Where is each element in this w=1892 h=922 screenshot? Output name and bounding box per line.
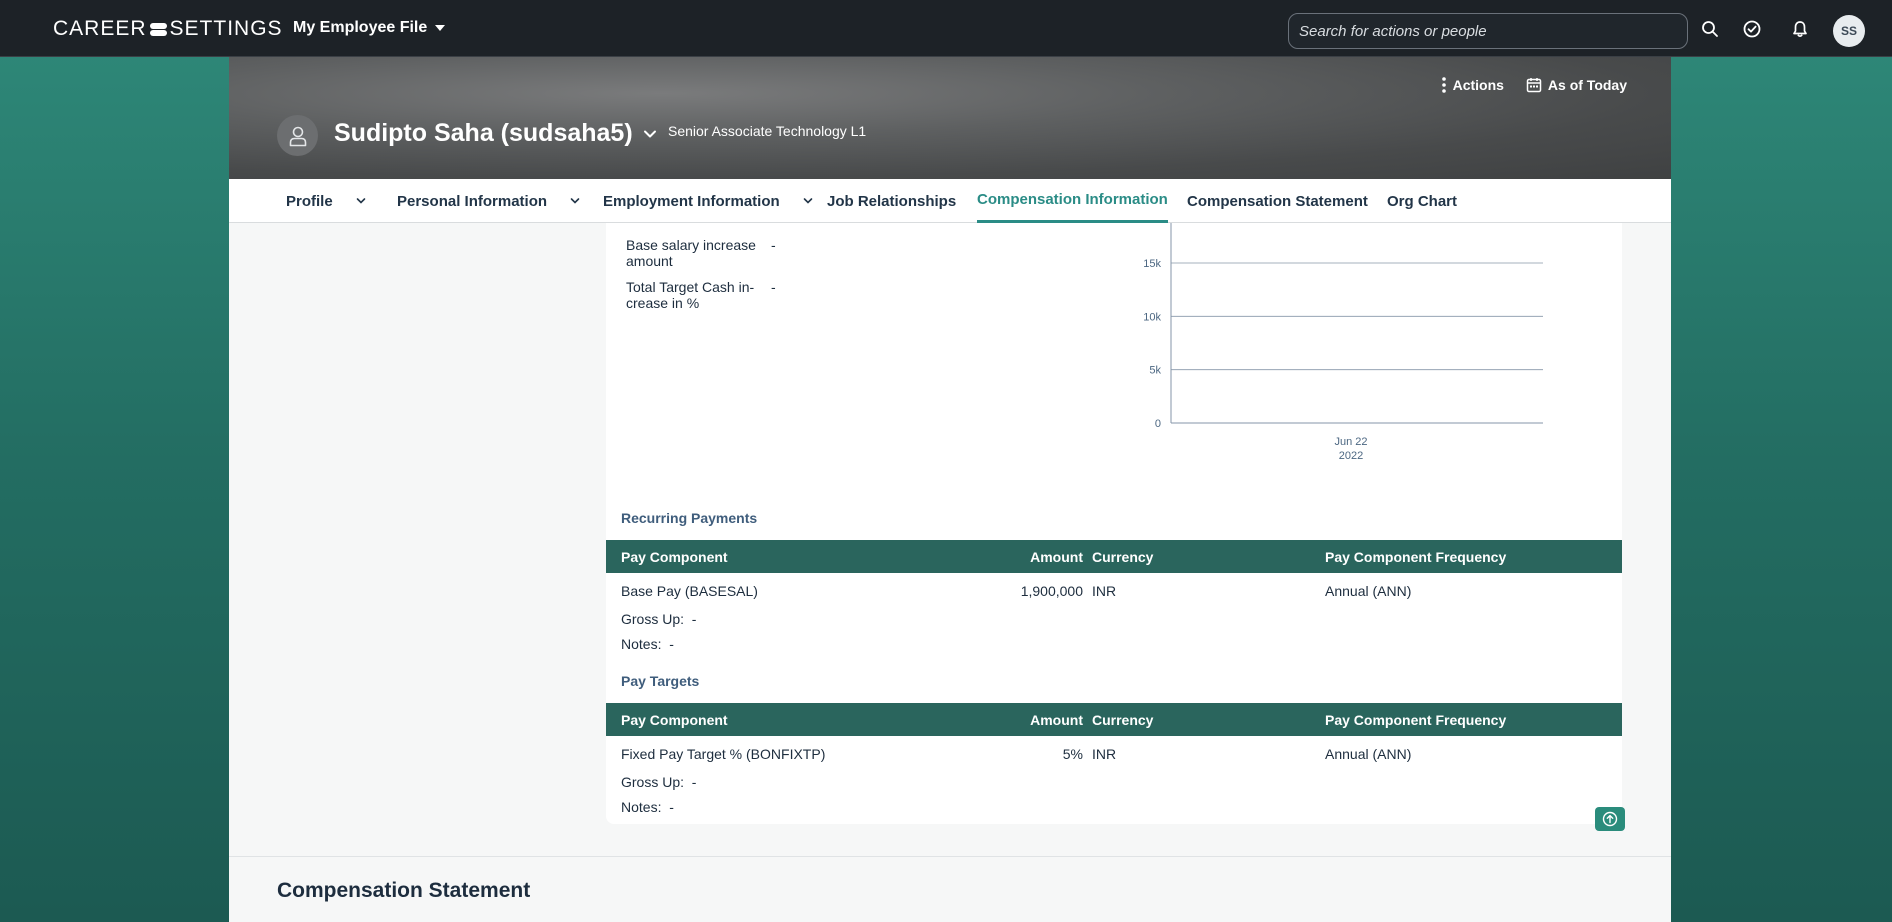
x-tick-sublabel: 2022 [1339, 450, 1363, 462]
compensation-card: Base salary increase amount - Total Targ… [606, 223, 1622, 824]
targets-table-header: Pay Component Amount Currency Pay Compon… [606, 703, 1622, 736]
col-amount: Amount [1030, 712, 1083, 728]
tab-label: Org Chart [1387, 192, 1458, 210]
user-avatar[interactable]: SS [1833, 15, 1865, 47]
app-menu-button[interactable]: My Employee File [293, 19, 446, 37]
actions-button[interactable]: Actions [1441, 76, 1504, 94]
tab-label: Profile [286, 192, 333, 210]
compensation-statement-heading: Compensation Statement [277, 879, 531, 902]
more-vertical-icon [1441, 77, 1446, 93]
cell-pay-component: Fixed Pay Target % (BONFIXTP) [621, 746, 826, 762]
cell-currency: INR [1092, 583, 1117, 599]
bell-icon[interactable] [1790, 19, 1810, 39]
col-frequency: Pay Component Frequency [1325, 549, 1507, 565]
tab-personal-information[interactable]: Personal Information [397, 179, 581, 223]
y-tick-label: 15k [1143, 258, 1161, 270]
chart-x-ticks: Jun 22 2022 [1334, 436, 1367, 462]
cell-frequency: Annual (ANN) [1325, 746, 1412, 762]
search-icon[interactable] [1700, 19, 1720, 39]
tab-compensation-information[interactable]: Compensation Information [977, 179, 1168, 223]
chart-y-ticks: 15k 10k 5k 0 [1143, 258, 1161, 430]
as-of-date-button[interactable]: As of Today [1526, 77, 1627, 93]
company-logo[interactable]: CAREER SETTINGS [53, 17, 283, 41]
tab-label: Employment Information [603, 192, 780, 210]
tab-profile[interactable]: Profile [286, 179, 367, 223]
col-pay-component: Pay Component [621, 712, 728, 728]
chevron-down-icon [570, 198, 580, 204]
cell-pay-component: Base Pay (BASESAL) [621, 583, 758, 599]
arrow-up-icon [1602, 811, 1618, 827]
calendar-icon [1526, 78, 1542, 93]
section-tabbar: Profile Personal Information Employment … [229, 179, 1671, 223]
recurring-table-header: Pay Component Amount Currency Pay Compon… [606, 540, 1622, 573]
pay-targets-title: Pay Targets [621, 673, 700, 689]
cell-frequency: Annual (ANN) [1325, 583, 1412, 599]
notes-line: Notes: - [621, 799, 674, 815]
as-of-label: As of Today [1547, 77, 1627, 93]
chevron-down-icon [356, 198, 365, 204]
logo-text-left: CAREER [53, 17, 147, 40]
chevron-down-icon [803, 198, 812, 204]
header-actions: Actions As of Today [1441, 76, 1627, 94]
actions-label: Actions [1452, 77, 1504, 93]
search-input[interactable] [1288, 13, 1688, 49]
app-menu-label: My Employee File [293, 19, 428, 36]
caret-down-icon [435, 25, 446, 31]
tab-label: Job Relationships [827, 192, 957, 210]
tab-label: Personal Information [397, 192, 548, 210]
y-tick-label: 5k [1149, 365, 1161, 377]
compensation-chart: 15k 10k 5k 0 Jun 22 2022 [1143, 223, 1543, 462]
logo-mark-icon [149, 22, 167, 37]
chart-gridlines [1171, 262, 1543, 371]
section-divider [229, 856, 1671, 857]
tab-compensation-statement[interactable]: Compensation Statement [1187, 179, 1368, 223]
tab-employment-information[interactable]: Employment Information [603, 179, 814, 223]
recurring-payments-title: Recurring Payments [621, 510, 758, 526]
notes-line: Notes: - [621, 636, 674, 652]
col-currency: Currency [1092, 712, 1154, 728]
col-currency: Currency [1092, 549, 1154, 565]
tab-org-chart[interactable]: Org Chart [1387, 179, 1457, 223]
gross-up-line: Gross Up: - [621, 611, 697, 627]
scroll-to-top-button[interactable] [1595, 807, 1625, 831]
person-name-button[interactable]: Sudipto Saha (sudsaha5) [334, 119, 657, 148]
profile-header: Actions As of Today Sudipto Saha (sudsah… [229, 57, 1671, 179]
todo-check-icon[interactable] [1742, 19, 1762, 39]
logo-text-right: SETTINGS [169, 17, 283, 40]
table-row[interactable]: Fixed Pay Target % (BONFIXTP) 5% INR Ann… [606, 737, 1622, 767]
x-tick-label: Jun 22 [1334, 436, 1367, 448]
shell-bar: CAREER SETTINGS My Employee File SS [0, 0, 1892, 57]
gross-up-line: Gross Up: - [621, 774, 697, 790]
person-job-title: Senior Associate Technology L1 [668, 123, 867, 139]
employee-file-panel: Actions As of Today Sudipto Saha (sudsah… [229, 57, 1671, 922]
tab-label: Compensation Information [977, 191, 1168, 208]
tab-job-relationships[interactable]: Job Relationships [827, 179, 956, 223]
tab-label: Compensation Statement [1187, 192, 1368, 210]
col-amount: Amount [1030, 549, 1083, 565]
cell-amount: 1,900,000 [1020, 583, 1083, 599]
y-tick-label: 0 [1155, 418, 1161, 430]
person-name: Sudipto Saha (sudsaha5) [334, 119, 633, 147]
col-pay-component: Pay Component [621, 549, 728, 565]
table-row[interactable]: Base Pay (BASESAL) 1,900,000 INR Annual … [606, 574, 1622, 604]
chevron-down-icon [643, 130, 656, 137]
person-avatar[interactable] [277, 115, 318, 156]
person-icon [289, 126, 306, 146]
cell-currency: INR [1092, 746, 1117, 762]
y-tick-label: 10k [1143, 311, 1161, 323]
cell-amount: 5% [1062, 746, 1083, 762]
col-frequency: Pay Component Frequency [1325, 712, 1507, 728]
